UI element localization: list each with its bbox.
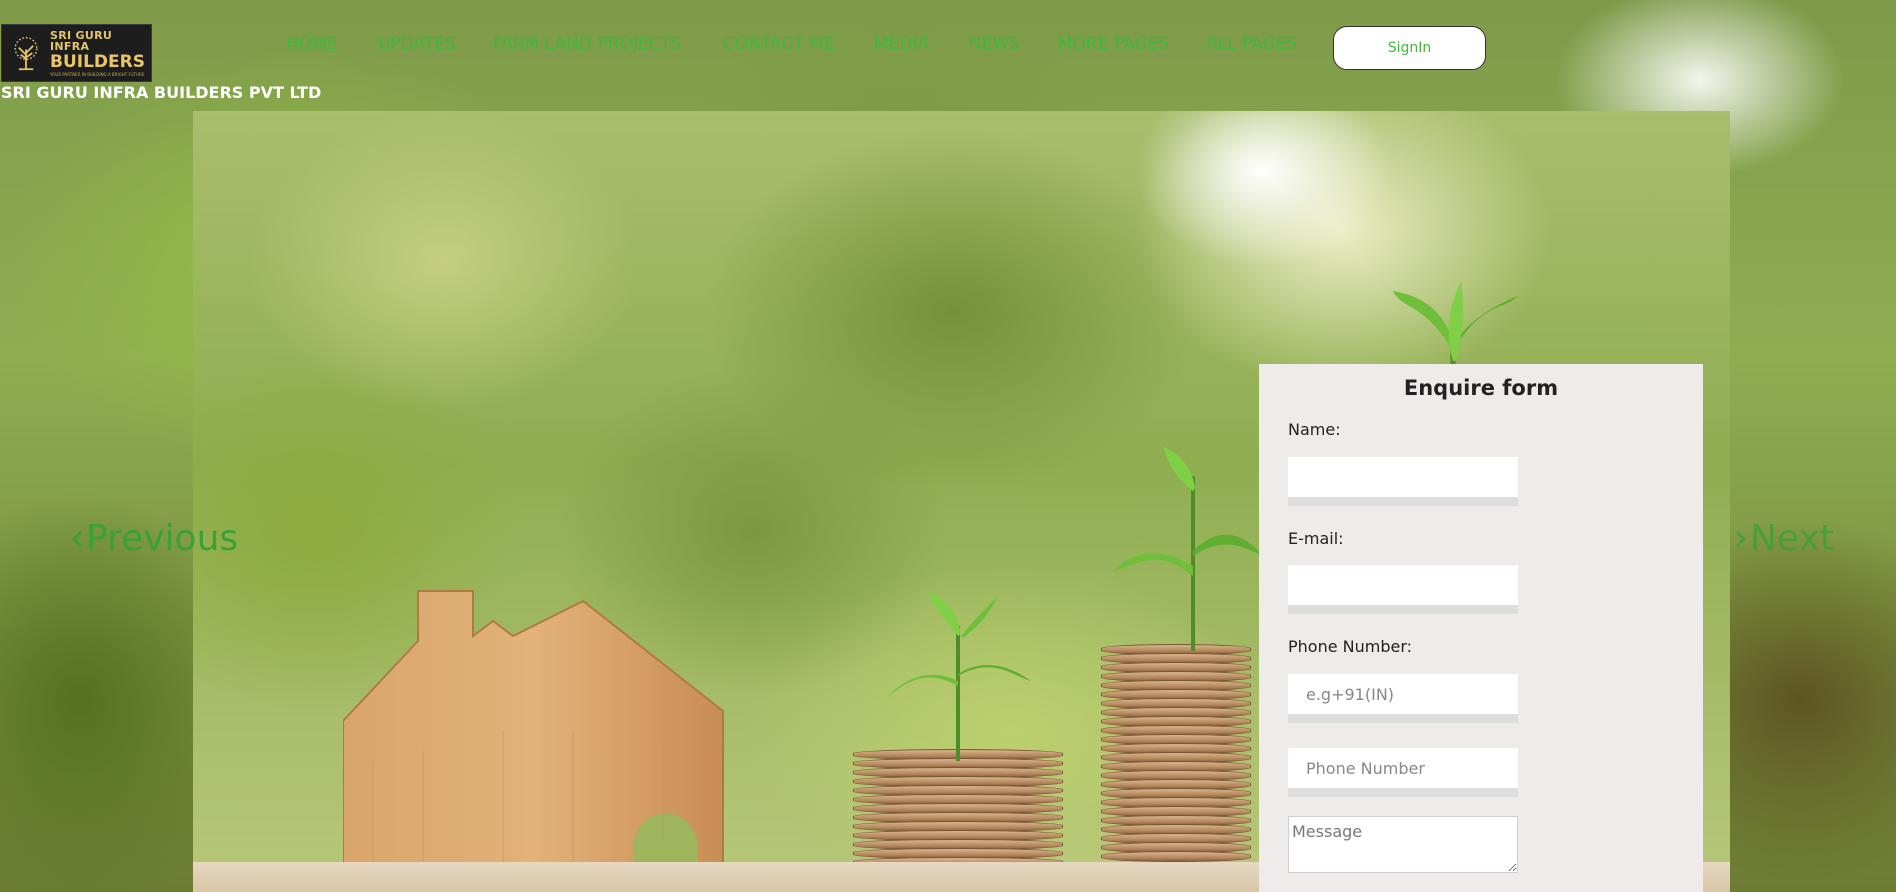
chevron-right-icon xyxy=(1735,530,1747,547)
signin-button[interactable]: SignIn xyxy=(1333,26,1486,70)
carousel-prev-label: Previous xyxy=(86,518,239,559)
wooden-house-image xyxy=(343,590,724,892)
logo-tagline: YOUR PARTNER IN BUILDING A BRIGHT FUTURE xyxy=(50,71,145,77)
logo-text: SRI GURU INFRA BUILDERS YOUR PARTNER IN … xyxy=(50,30,145,77)
nav-media[interactable]: MEDIA xyxy=(874,34,929,54)
sprout-large-image xyxy=(1113,446,1263,651)
nav-updates[interactable]: UPDATES xyxy=(378,34,456,54)
email-label: E-mail: xyxy=(1288,529,1344,548)
chevron-left-icon xyxy=(71,530,83,547)
name-field[interactable] xyxy=(1288,457,1518,506)
carousel-next-button[interactable]: Next xyxy=(1734,518,1834,559)
enquire-form-title: Enquire form xyxy=(1403,376,1559,400)
nav-all-pages[interactable]: ALL PAGES xyxy=(1206,34,1297,54)
coin-stack-large xyxy=(1101,644,1251,862)
message-field[interactable] xyxy=(1288,816,1518,873)
company-name: SRI GURU INFRA BUILDERS PVT LTD xyxy=(1,83,322,102)
email-field[interactable] xyxy=(1288,565,1518,614)
brand-logo[interactable]: SRI GURU INFRA BUILDERS YOUR PARTNER IN … xyxy=(1,24,152,82)
page: SRI GURU INFRA BUILDERS YOUR PARTNER IN … xyxy=(0,0,1896,892)
carousel-prev-button[interactable]: Previous xyxy=(70,518,238,559)
tree-logo-icon xyxy=(14,37,38,71)
nav-farm-land-projects[interactable]: FARM LAND PROJECTS xyxy=(493,34,682,54)
logo-top-text: SRI GURU INFRA xyxy=(50,28,113,53)
nav-news[interactable]: NEWS xyxy=(969,34,1020,54)
logo-main-text: BUILDERS xyxy=(50,51,145,72)
phone-number-field[interactable] xyxy=(1288,748,1518,797)
enquire-form: Enquire form Name: E-mail: Phone Number: xyxy=(1259,364,1703,892)
nav-more-pages[interactable]: MORE PAGES xyxy=(1058,34,1169,54)
nav-contact-me[interactable]: CONTACT ME xyxy=(723,34,834,54)
carousel-next-label: Next xyxy=(1750,518,1834,559)
nav-home[interactable]: HOME xyxy=(286,34,338,54)
country-code-field[interactable] xyxy=(1288,674,1518,723)
sprout-small-image xyxy=(888,591,1031,761)
phone-label: Phone Number: xyxy=(1288,637,1413,656)
name-label: Name: xyxy=(1288,420,1341,439)
